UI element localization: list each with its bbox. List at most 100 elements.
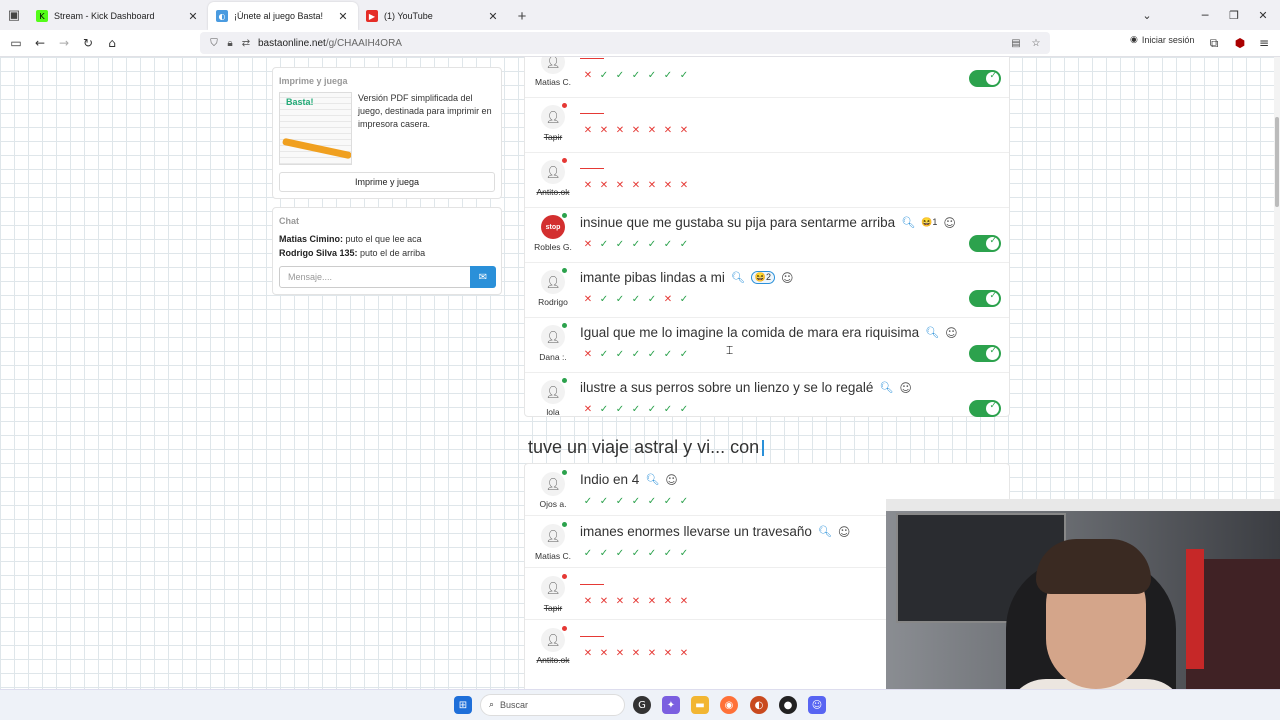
vote-marks: ✕ ✓ ✓ ✓ ✓ ✓ ✓ xyxy=(582,349,690,361)
accept-toggle[interactable]: ✓ xyxy=(969,235,1001,252)
empty-answer-dash xyxy=(580,584,604,585)
windows-start-icon[interactable]: ⊞ xyxy=(454,696,472,714)
vote-reject-icon: ✕ xyxy=(583,294,593,305)
taskbar-search[interactable]: ⌕ Buscar xyxy=(480,694,625,716)
close-window-button[interactable]: ✕ xyxy=(1246,0,1280,30)
vote-reject-icon: ✕ xyxy=(647,180,657,191)
player-name: Matias C. xyxy=(535,551,571,561)
close-icon[interactable]: ✕ xyxy=(336,10,350,23)
copilot-icon[interactable]: ✦ xyxy=(662,696,680,714)
vote-reject-icon: ✕ xyxy=(631,596,641,607)
accept-toggle[interactable]: ✓ xyxy=(969,345,1001,362)
user-avatar-icon: 👤︎ xyxy=(541,628,565,652)
menu-icon[interactable]: ≡ xyxy=(1252,31,1276,55)
answer-text: Indio en 4 xyxy=(580,472,640,487)
tab-basta[interactable]: ◐ ¡Únete al juego Basta! ✕ xyxy=(208,2,358,30)
search-icon[interactable]: 🔍︎ xyxy=(901,216,915,229)
add-reaction-icon[interactable]: ☺ xyxy=(945,326,958,340)
vote-reject-icon: ✕ xyxy=(647,125,657,136)
vote-ok-icon: ✓ xyxy=(599,239,609,250)
chat-message-input[interactable]: Mensaje.... xyxy=(279,266,471,288)
vote-reject-icon: ✕ xyxy=(615,125,625,136)
vote-reject-icon: ✕ xyxy=(583,180,593,191)
vote-reject-icon: ✕ xyxy=(631,648,641,659)
vote-marks: ✕ ✕ ✕ ✕ ✕ ✕ ✕ xyxy=(582,596,690,608)
add-reaction-icon[interactable]: ☺ xyxy=(838,525,851,539)
add-reaction-icon[interactable]: ☺ xyxy=(665,473,678,487)
print-panel: Imprime y juega Basta! Versión PDF simpl… xyxy=(272,67,502,199)
vote-reject-icon: ✕ xyxy=(631,180,641,191)
signin-button[interactable]: ◉ Iniciar sesión xyxy=(1130,35,1194,45)
tab-list-icon[interactable]: ⌄ xyxy=(1130,0,1164,30)
answer-text: Igual que me lo imagine la comida de mar… xyxy=(580,325,920,340)
reader-view-icon[interactable]: ▤ xyxy=(1008,38,1024,49)
add-reaction-icon[interactable]: ☺ xyxy=(781,271,794,285)
file-explorer-icon[interactable]: ▬ xyxy=(691,696,709,714)
vote-ok-icon: ✓ xyxy=(663,239,673,250)
search-icon[interactable]: 🔍︎ xyxy=(645,473,659,486)
vote-reject-icon: ✕ xyxy=(647,596,657,607)
firefox-icon[interactable]: ◉ xyxy=(720,696,738,714)
player-name: Tapir xyxy=(543,132,563,142)
vote-reject-icon: ✕ xyxy=(599,596,609,607)
chat-panel: Chat Matias Cimino: puto el que lee aca … xyxy=(272,207,502,295)
print-thumbnail[interactable]: Basta! xyxy=(279,92,352,165)
sidebar-toggle-icon[interactable]: ▭ xyxy=(4,31,28,55)
kick-icon: K xyxy=(36,10,48,22)
vote-ok-icon: ✓ xyxy=(647,294,657,305)
add-reaction-icon[interactable]: ☺ xyxy=(943,216,956,230)
player-name: Matias C. xyxy=(535,77,571,87)
address-bar[interactable]: ⛉ 🔒︎ ⇄ bastaonline.net/g/CHAAIH4ORA ▤ ☆ xyxy=(200,32,1050,54)
chat-send-button[interactable]: ✉ xyxy=(470,266,496,288)
app-icon-2[interactable]: ◐ xyxy=(750,696,768,714)
new-tab-button[interactable]: + xyxy=(508,2,536,30)
print-button[interactable]: Imprime y juega xyxy=(279,172,495,192)
status-dot xyxy=(562,574,567,579)
os-taskbar: ⊞ ⌕ Buscar G ✦ ▬ ◉ ◐ ● ☺ xyxy=(0,689,1280,720)
vote-ok-icon: ✓ xyxy=(679,548,689,559)
tab-kick-dashboard[interactable]: K Stream - Kick Dashboard ✕ xyxy=(28,2,208,30)
reload-button[interactable]: ↻ xyxy=(76,31,100,55)
tab-overview-icon[interactable]: ▣ xyxy=(0,0,28,30)
forward-button[interactable]: → xyxy=(52,31,76,55)
vote-reject-icon: ✕ xyxy=(583,596,593,607)
back-button[interactable]: ← xyxy=(28,31,52,55)
vote-ok-icon: ✓ xyxy=(631,294,641,305)
chat-message: Matias Cimino: puto el que lee aca xyxy=(279,234,495,244)
add-reaction-icon[interactable]: ☺ xyxy=(899,381,912,395)
empty-answer-dash xyxy=(580,636,604,637)
discord-icon[interactable]: ☺ xyxy=(808,696,826,714)
vote-reject-icon: ✕ xyxy=(583,404,593,415)
obs-icon[interactable]: ● xyxy=(779,696,797,714)
extensions-icon[interactable]: ⧉ xyxy=(1202,31,1226,55)
ublock-icon[interactable]: ⬢ xyxy=(1228,31,1252,55)
vote-marks: ✕ ✕ ✕ ✕ ✕ ✕ ✕ xyxy=(582,125,690,137)
close-icon[interactable]: ✕ xyxy=(186,10,200,23)
vote-marks: ✕ ✓ ✓ ✓ ✓ ✓ ✓ xyxy=(582,404,690,416)
accept-toggle[interactable]: ✓ xyxy=(969,290,1001,307)
vote-reject-icon: ✕ xyxy=(583,349,593,360)
player-name: Ojos a. xyxy=(539,499,567,509)
print-panel-title: Imprime y juega xyxy=(279,76,348,86)
close-icon[interactable]: ✕ xyxy=(486,10,500,23)
accept-toggle[interactable]: ✓ xyxy=(969,400,1001,417)
chat-title: Chat xyxy=(279,216,299,226)
vote-reject-icon: ✕ xyxy=(615,596,625,607)
answer-line: ilustre a sus perros sobre un lienzo y s… xyxy=(580,380,912,395)
reaction-badge[interactable]: 😆2 xyxy=(750,271,776,284)
search-icon[interactable]: 🔍︎ xyxy=(925,326,939,339)
reaction-badge[interactable]: 😆1 xyxy=(921,217,937,228)
answer-row: stop Robles G. insinue que me gustaba su p… xyxy=(525,207,1009,263)
app-icon-1[interactable]: G xyxy=(633,696,651,714)
search-icon[interactable]: 🔍︎ xyxy=(879,381,893,394)
home-button[interactable]: ⌂ xyxy=(100,31,124,55)
scrollbar-thumb[interactable] xyxy=(1275,117,1279,207)
bookmark-star-icon[interactable]: ☆ xyxy=(1028,38,1044,49)
vote-marks: ✓ ✓ ✓ ✓ ✓ ✓ ✓ xyxy=(582,496,690,508)
search-icon[interactable]: 🔍︎ xyxy=(731,271,745,284)
accept-toggle[interactable]: ✓ xyxy=(969,70,1001,87)
search-icon[interactable]: 🔍︎ xyxy=(818,525,832,538)
vote-ok-icon: ✓ xyxy=(615,548,625,559)
tab-youtube[interactable]: ▶ (1) YouTube ✕ xyxy=(358,2,508,30)
player-name: Robles G. xyxy=(534,242,572,252)
